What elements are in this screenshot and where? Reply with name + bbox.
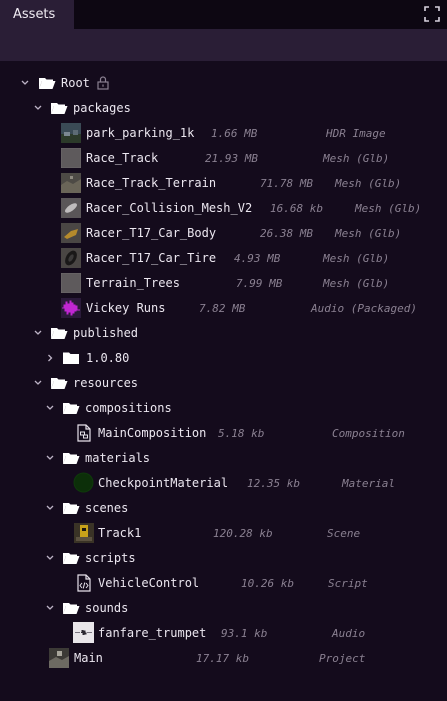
tree-row-root[interactable]: Root (0, 71, 447, 96)
tree-row-packages[interactable]: packages (0, 96, 447, 121)
list-item[interactable]: fanfare_trumpet 93.1 kb Audio (0, 621, 447, 646)
tree-row-version[interactable]: 1.0.80 (0, 346, 447, 371)
chevron-down-icon[interactable] (33, 326, 43, 340)
tab-bar: Assets (0, 0, 447, 29)
list-item[interactable]: Track1 120.28 kb Scene (0, 521, 447, 546)
mesh-thumbnail (61, 223, 81, 243)
tab-assets[interactable]: Assets (0, 0, 74, 29)
chevron-down-icon[interactable] (45, 451, 55, 465)
list-item[interactable]: Racer_T17_Car_Body 26.38 MB Mesh (Glb) (0, 221, 447, 246)
waveform-icon (61, 298, 81, 318)
tree-row-scenes[interactable]: scenes (0, 496, 447, 521)
list-item[interactable]: Main 17.17 kb Project (0, 646, 447, 671)
tree-label-root: Root (61, 76, 90, 90)
chevron-down-icon[interactable] (20, 76, 30, 90)
tree-row-resources[interactable]: resources (0, 371, 447, 396)
script-file-icon (74, 573, 94, 593)
assets-toolbar (0, 29, 447, 61)
maximize-icon[interactable] (424, 6, 440, 22)
chevron-down-icon[interactable] (33, 376, 43, 390)
tree-row-published[interactable]: published (0, 321, 447, 346)
list-item[interactable]: Race_Track_Terrain 71.78 MB Mesh (Glb) (0, 171, 447, 196)
tree-row-scripts[interactable]: scripts (0, 546, 447, 571)
folder-open-icon (61, 498, 81, 518)
mesh-thumbnail (61, 198, 81, 218)
hdr-image-thumbnail (61, 123, 81, 143)
chevron-down-icon[interactable] (45, 601, 55, 615)
mesh-thumbnail (61, 173, 81, 193)
composition-file-icon (74, 423, 94, 443)
asset-tree: Root packages park_parking_1k 1.66 MB HD… (0, 61, 447, 701)
chevron-right-icon[interactable] (45, 351, 55, 365)
project-thumbnail (49, 648, 69, 668)
folder-icon (61, 348, 81, 368)
chevron-down-icon[interactable] (45, 401, 55, 415)
folder-open-icon (61, 548, 81, 568)
list-item[interactable]: CheckpointMaterial 12.35 kb Material (0, 471, 447, 496)
tree-label-packages: packages (73, 101, 131, 115)
folder-open-icon (49, 98, 69, 118)
list-item[interactable]: park_parking_1k 1.66 MB HDR Image (0, 121, 447, 146)
tree-row-sounds[interactable]: sounds (0, 596, 447, 621)
lock-icon[interactable] (96, 75, 110, 91)
folder-open-icon (61, 398, 81, 418)
chevron-down-icon[interactable] (33, 101, 43, 115)
list-item[interactable]: Vickey Runs 7.82 MB Audio (Packaged) (0, 296, 447, 321)
list-item[interactable]: Racer_Collision_Mesh_V2 16.68 kb Mesh (G… (0, 196, 447, 221)
folder-open-icon (61, 448, 81, 468)
material-sphere-thumbnail (73, 472, 94, 493)
folder-open-icon (61, 598, 81, 618)
tree-row-compositions[interactable]: compositions (0, 396, 447, 421)
mesh-thumbnail (61, 248, 81, 268)
folder-open-icon (37, 73, 57, 93)
folder-open-icon (49, 323, 69, 343)
list-item[interactable]: MainComposition 5.18 kb Composition (0, 421, 447, 446)
list-item[interactable]: Racer_T17_Car_Tire 4.93 MB Mesh (Glb) (0, 246, 447, 271)
mesh-thumbnail (61, 148, 81, 168)
list-item[interactable]: Race_Track 21.93 MB Mesh (Glb) (0, 146, 447, 171)
list-item[interactable]: VehicleControl 10.26 kb Script (0, 571, 447, 596)
list-item[interactable]: Terrain_Trees 7.99 MB Mesh (Glb) (0, 271, 447, 296)
tree-row-materials[interactable]: materials (0, 446, 447, 471)
scene-thumbnail (74, 523, 94, 543)
chevron-down-icon[interactable] (45, 501, 55, 515)
mesh-thumbnail (61, 273, 81, 293)
audio-waveform-thumbnail (73, 622, 94, 643)
chevron-down-icon[interactable] (45, 551, 55, 565)
folder-open-icon (49, 373, 69, 393)
